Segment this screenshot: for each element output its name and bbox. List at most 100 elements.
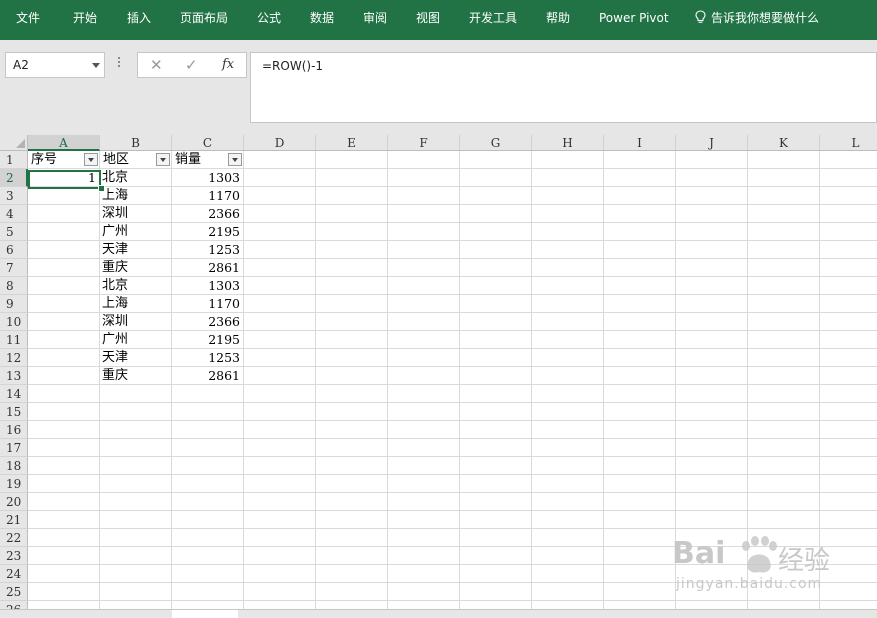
cell-b20[interactable] <box>100 493 172 511</box>
cell-h10[interactable] <box>532 313 604 331</box>
cell-f25[interactable] <box>388 583 460 601</box>
cell-b13[interactable]: 重庆 <box>100 367 172 385</box>
cell-j14[interactable] <box>676 385 748 403</box>
cell-h9[interactable] <box>532 295 604 313</box>
cell-g4[interactable] <box>460 205 532 223</box>
cell-c3[interactable]: 1170 <box>172 187 244 205</box>
cell-c11[interactable]: 2195 <box>172 331 244 349</box>
cell-d21[interactable] <box>244 511 316 529</box>
cell-b25[interactable] <box>100 583 172 601</box>
cell-g13[interactable] <box>460 367 532 385</box>
cell-j26[interactable] <box>676 601 748 609</box>
cell-h12[interactable] <box>532 349 604 367</box>
cell-f16[interactable] <box>388 421 460 439</box>
cell-k16[interactable] <box>748 421 820 439</box>
cell-g7[interactable] <box>460 259 532 277</box>
column-header-j[interactable]: J <box>676 135 748 151</box>
column-header-c[interactable]: C <box>172 135 244 151</box>
formula-input[interactable]: =ROW()-1 <box>250 52 877 123</box>
cell-d2[interactable] <box>244 169 316 187</box>
cell-f6[interactable] <box>388 241 460 259</box>
cell-i26[interactable] <box>604 601 676 609</box>
cell-j9[interactable] <box>676 295 748 313</box>
cell-f12[interactable] <box>388 349 460 367</box>
cell-h20[interactable] <box>532 493 604 511</box>
cell-a2[interactable]: 1 <box>28 169 100 187</box>
cell-k17[interactable] <box>748 439 820 457</box>
cell-k25[interactable] <box>748 583 820 601</box>
cell-j22[interactable] <box>676 529 748 547</box>
cell-e23[interactable] <box>316 547 388 565</box>
cell-b11[interactable]: 广州 <box>100 331 172 349</box>
cell-f14[interactable] <box>388 385 460 403</box>
cell-f9[interactable] <box>388 295 460 313</box>
cell-d9[interactable] <box>244 295 316 313</box>
cell-k21[interactable] <box>748 511 820 529</box>
row-header-11[interactable]: 11 <box>0 331 28 349</box>
cell-g10[interactable] <box>460 313 532 331</box>
cell-l4[interactable] <box>820 205 877 223</box>
row-header-2[interactable]: 2 <box>0 169 28 187</box>
cell-f4[interactable] <box>388 205 460 223</box>
cell-f26[interactable] <box>388 601 460 609</box>
cell-b10[interactable]: 深圳 <box>100 313 172 331</box>
row-header-1[interactable]: 1 <box>0 151 28 169</box>
cell-e19[interactable] <box>316 475 388 493</box>
cell-j25[interactable] <box>676 583 748 601</box>
cell-j7[interactable] <box>676 259 748 277</box>
cell-k9[interactable] <box>748 295 820 313</box>
cell-k3[interactable] <box>748 187 820 205</box>
cell-j2[interactable] <box>676 169 748 187</box>
cell-g11[interactable] <box>460 331 532 349</box>
cell-k22[interactable] <box>748 529 820 547</box>
cell-k1[interactable] <box>748 151 820 169</box>
more-options-icon[interactable] <box>116 55 122 71</box>
cell-i24[interactable] <box>604 565 676 583</box>
cell-i1[interactable] <box>604 151 676 169</box>
cell-e20[interactable] <box>316 493 388 511</box>
cell-j23[interactable] <box>676 547 748 565</box>
cell-h16[interactable] <box>532 421 604 439</box>
row-header-13[interactable]: 13 <box>0 367 28 385</box>
row-header-24[interactable]: 24 <box>0 565 28 583</box>
cell-i22[interactable] <box>604 529 676 547</box>
cell-k15[interactable] <box>748 403 820 421</box>
filter-dropdown-icon[interactable] <box>228 153 242 166</box>
cell-l25[interactable] <box>820 583 877 601</box>
cell-a3[interactable] <box>28 187 100 205</box>
cell-c2[interactable]: 1303 <box>172 169 244 187</box>
cell-e21[interactable] <box>316 511 388 529</box>
cell-i10[interactable] <box>604 313 676 331</box>
cell-l3[interactable] <box>820 187 877 205</box>
tab-page-layout[interactable]: 页面布局 <box>180 0 228 40</box>
cell-f20[interactable] <box>388 493 460 511</box>
cell-d8[interactable] <box>244 277 316 295</box>
cell-g20[interactable] <box>460 493 532 511</box>
cell-a8[interactable] <box>28 277 100 295</box>
column-header-l[interactable]: L <box>820 135 877 151</box>
cell-a18[interactable] <box>28 457 100 475</box>
cell-h7[interactable] <box>532 259 604 277</box>
cell-g23[interactable] <box>460 547 532 565</box>
cell-l6[interactable] <box>820 241 877 259</box>
cell-j8[interactable] <box>676 277 748 295</box>
cell-c7[interactable]: 2861 <box>172 259 244 277</box>
tab-insert[interactable]: 插入 <box>127 0 151 40</box>
cell-a21[interactable] <box>28 511 100 529</box>
cell-e22[interactable] <box>316 529 388 547</box>
cell-a19[interactable] <box>28 475 100 493</box>
cell-k12[interactable] <box>748 349 820 367</box>
cell-i17[interactable] <box>604 439 676 457</box>
cell-g24[interactable] <box>460 565 532 583</box>
cell-k19[interactable] <box>748 475 820 493</box>
select-all-button[interactable] <box>0 135 28 151</box>
column-header-e[interactable]: E <box>316 135 388 151</box>
cell-d16[interactable] <box>244 421 316 439</box>
cell-f21[interactable] <box>388 511 460 529</box>
cell-i21[interactable] <box>604 511 676 529</box>
tab-power-pivot[interactable]: Power Pivot <box>599 0 669 40</box>
cell-c23[interactable] <box>172 547 244 565</box>
cell-i6[interactable] <box>604 241 676 259</box>
cell-c20[interactable] <box>172 493 244 511</box>
cell-c16[interactable] <box>172 421 244 439</box>
